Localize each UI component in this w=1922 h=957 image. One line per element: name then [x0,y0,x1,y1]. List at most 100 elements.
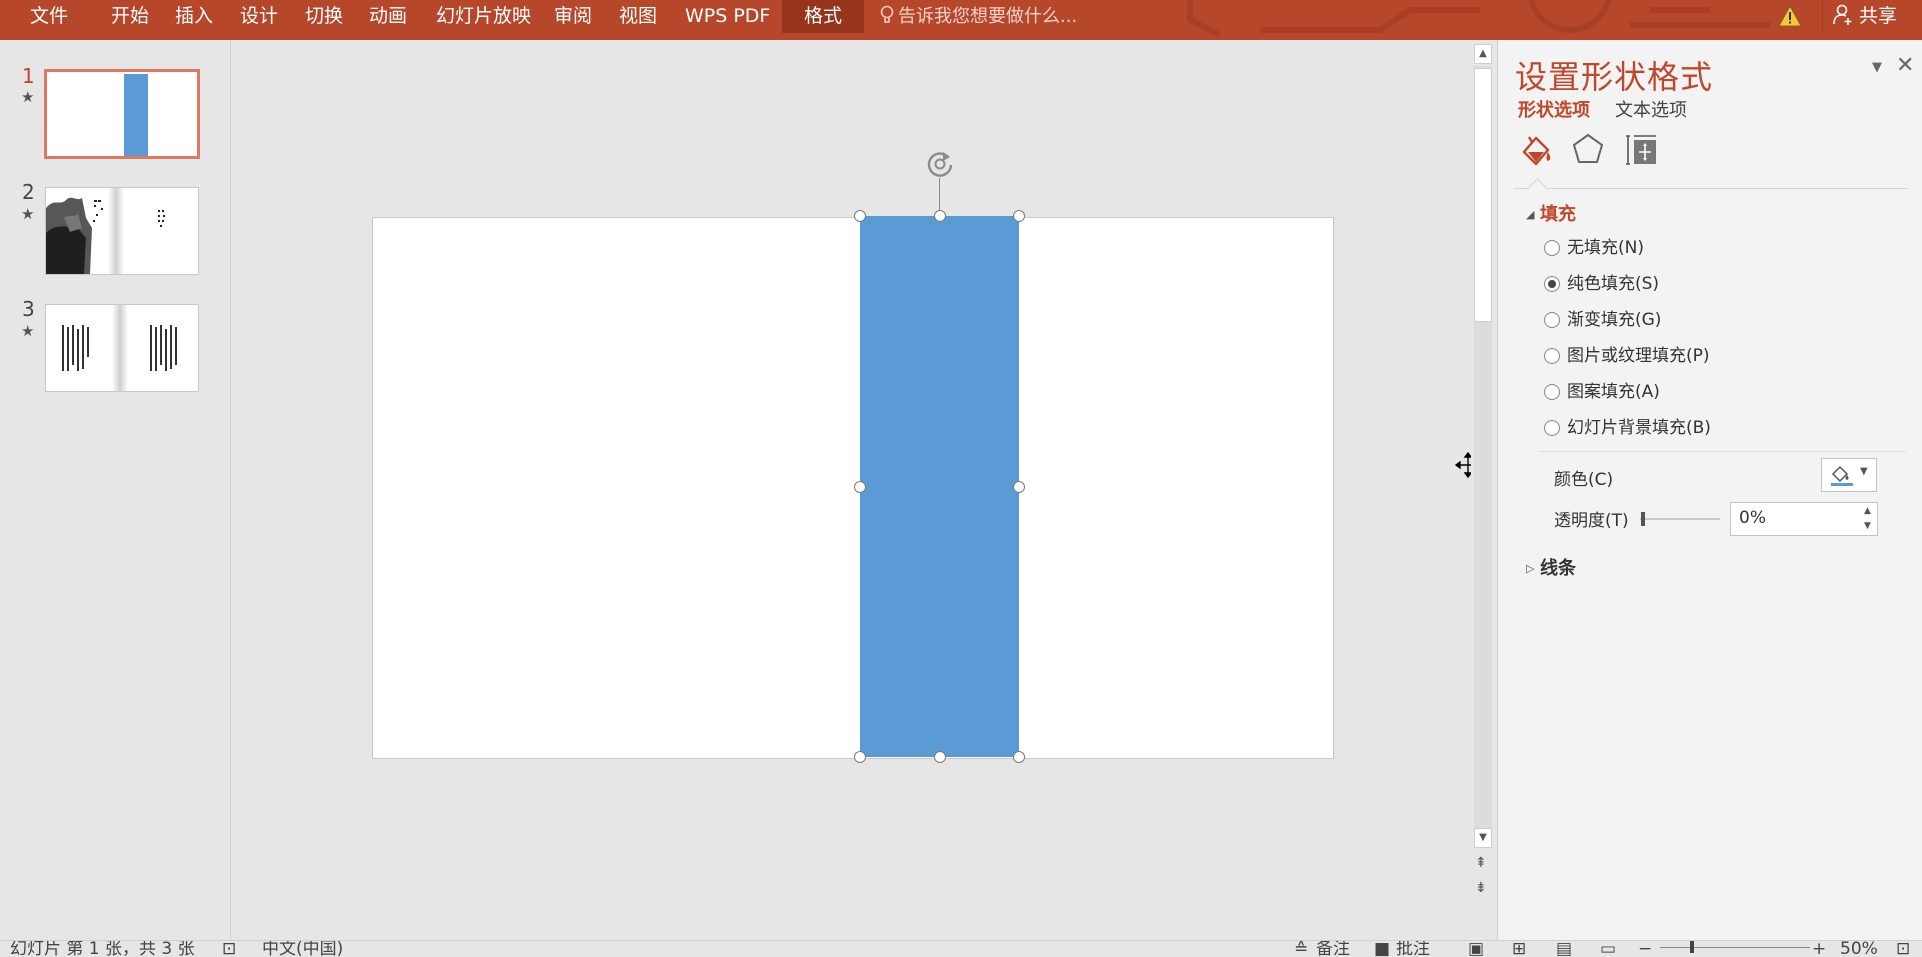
normal-view-icon[interactable]: ▣ [1468,941,1484,957]
transparency-slider[interactable] [1640,518,1720,520]
tell-me-placeholder: 告诉我您想要做什么... [898,6,1078,27]
tab-animations[interactable]: 动画 [369,0,407,33]
scroll-thumb[interactable] [1474,68,1492,322]
transparency-slider-knob[interactable] [1641,512,1645,526]
animation-star-icon: ★ [21,205,35,223]
radio-button-selected[interactable] [1544,276,1560,292]
thumbnail-ink-landscape [46,188,165,274]
radio-button[interactable] [1544,384,1560,400]
fill-option-slide-background[interactable]: 幻灯片背景填充(B) [1544,415,1711,441]
reading-view-icon[interactable]: ▤ [1556,941,1572,957]
scroll-up-button[interactable]: ▲ [1474,44,1492,64]
resize-handle-bottom-left[interactable] [854,751,866,763]
fill-section-header[interactable]: ◢ 填充 [1526,200,1576,226]
resize-handle-top-right[interactable] [1013,210,1025,222]
tab-design[interactable]: 设计 [240,0,278,33]
tab-format[interactable]: 格式 [782,0,865,33]
animation-star-icon: ★ [21,322,35,340]
color-label: 颜色(C) [1554,470,1614,490]
resize-handle-top-left[interactable] [854,210,866,222]
radio-button[interactable] [1544,420,1560,436]
pane-options-dropdown-icon[interactable]: ▼ [1872,60,1882,75]
resize-handle-bottom-right[interactable] [1013,751,1025,763]
slide-sorter-icon[interactable]: ⊞ [1512,941,1526,957]
slideshow-view-icon[interactable]: ▭ [1600,941,1616,957]
comments-button[interactable]: 批注 [1396,941,1430,957]
tab-insert[interactable]: 插入 [175,0,213,33]
tab-slideshow[interactable]: 幻灯片放映 [436,0,531,33]
scroll-down-button[interactable]: ▼ [1474,828,1492,848]
tell-me-search[interactable]: 告诉我您想要做什么... [880,0,1077,33]
fill-option-label: 渐变填充(G) [1567,310,1662,330]
tab-text-options[interactable]: 文本选项 [1615,96,1687,122]
next-slide-icon[interactable]: ⇟ [1475,880,1487,896]
share-button[interactable]: 共享 [1822,0,1897,33]
language-status[interactable]: 中文(中国) [262,941,343,957]
spell-check-icon[interactable]: ⊡ [222,941,236,957]
section-divider [1538,451,1906,452]
resize-handle-top[interactable] [934,210,946,222]
resize-handle-bottom[interactable] [934,751,946,763]
notes-button[interactable]: 备注 [1316,941,1350,957]
previous-slide-icon[interactable]: ⇞ [1475,855,1487,871]
thumbnail-shape [124,74,148,156]
tab-view[interactable]: 视图 [619,0,657,33]
resize-handle-left[interactable] [854,481,866,493]
slide-thumbnail-2[interactable] [45,187,199,275]
slide-canvas[interactable] [372,217,1334,759]
fill-option-pattern[interactable]: 图案填充(A) [1544,379,1660,405]
fill-and-line-icon[interactable] [1518,132,1554,168]
close-icon[interactable]: ✕ [1896,53,1914,78]
fill-option-picture[interactable]: 图片或纹理填充(P) [1544,343,1710,369]
fill-color-picker-button[interactable]: ▼ [1821,458,1877,492]
fill-option-label: 无填充(N) [1567,238,1644,258]
ribbon-tab-bar: 文件 开始 插入 设计 切换 动画 幻灯片放映 审阅 视图 WPS PDF 格式… [0,0,1922,40]
warning-icon[interactable] [1778,5,1802,27]
size-properties-icon[interactable] [1625,132,1659,166]
spin-down-icon[interactable]: ▼ [1864,521,1871,531]
fill-option-label: 幻灯片背景填充(B) [1567,418,1711,438]
radio-button[interactable] [1544,348,1560,364]
vertical-scrollbar[interactable]: ▲ ▼ [1471,40,1495,868]
spin-up-icon[interactable]: ▲ [1864,506,1871,516]
lightbulb-icon [880,5,894,23]
transparency-input[interactable]: 0% [1730,502,1878,536]
fill-option-label: 纯色填充(S) [1567,274,1660,294]
fit-to-window-icon[interactable]: ⊡ [1896,941,1910,957]
category-selection-notch [1528,178,1547,197]
slide-thumbnail-1[interactable] [44,69,200,159]
tab-wps-pdf[interactable]: WPS PDF [685,0,770,33]
circuit-decoration [1187,0,1770,38]
tab-transitions[interactable]: 切换 [305,0,343,33]
zoom-in-icon[interactable]: + [1812,941,1826,957]
comments-icon[interactable]: ■ [1374,941,1390,957]
radio-button[interactable] [1544,312,1560,328]
zoom-slider-knob[interactable] [1690,941,1694,953]
line-section-header[interactable]: ▷ 线条 [1526,554,1576,580]
rectangle-shape[interactable] [860,216,1019,757]
collapse-triangle-icon: ◢ [1526,208,1535,221]
format-shape-pane: 设置形状格式 ▼ ✕ 形状选项 文本选项 ◢ 填充 无填充(N) 纯色填充(S) … [1497,40,1922,940]
fill-option-gradient[interactable]: 渐变填充(G) [1544,307,1661,333]
radio-button[interactable] [1544,240,1560,256]
line-section-title: 线条 [1540,558,1576,579]
tab-review[interactable]: 审阅 [554,0,592,33]
pane-title: 设置形状格式 [1515,58,1714,96]
resize-handle-right[interactable] [1013,481,1025,493]
fill-option-none[interactable]: 无填充(N) [1544,235,1644,261]
category-divider [1514,188,1908,189]
rotate-handle-icon[interactable] [924,148,956,180]
tab-file[interactable]: 文件 [30,0,68,33]
effects-pentagon-icon[interactable] [1571,132,1605,166]
thumbnail-number: 3 [22,297,35,321]
zoom-slider[interactable] [1660,947,1810,948]
paint-bucket-icon [1831,465,1853,486]
thumbnail-text-columns [62,305,177,391]
fill-option-solid[interactable]: 纯色填充(S) [1544,271,1659,297]
zoom-out-icon[interactable]: − [1638,941,1652,957]
notes-toggle-icon[interactable]: ≙ [1294,941,1308,957]
tab-home[interactable]: 开始 [111,0,149,33]
slide-thumbnail-3[interactable] [45,304,199,392]
tab-shape-options[interactable]: 形状选项 [1518,96,1590,122]
zoom-level[interactable]: 50% [1840,941,1878,957]
